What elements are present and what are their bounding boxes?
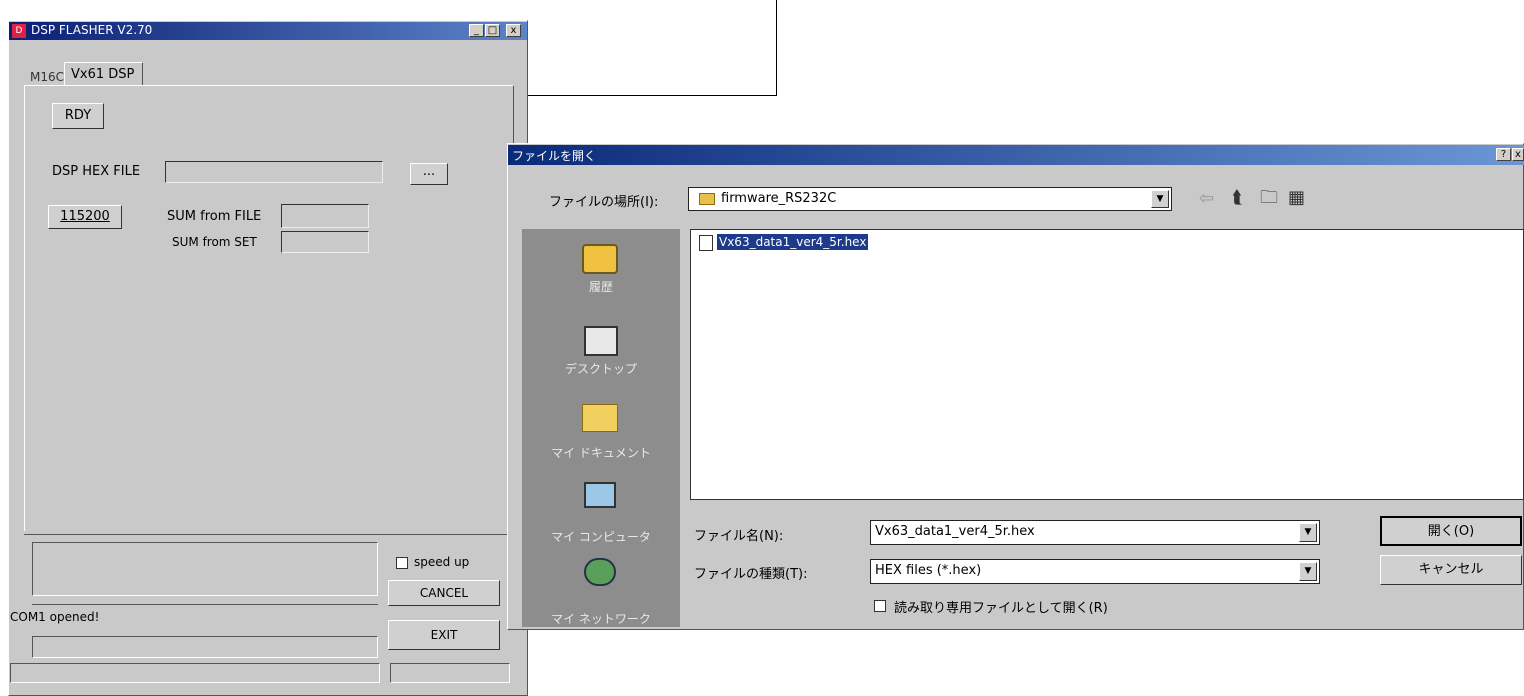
sum-from-set-field (281, 231, 369, 253)
sum-from-file-label: SUM from FILE (167, 209, 262, 224)
place-history-label: 履歴 (588, 280, 613, 294)
my-documents-icon (582, 404, 618, 432)
filetype-chevron-down-icon[interactable]: ▼ (1299, 562, 1317, 581)
status-bar-right (390, 663, 510, 683)
file-name: Vx63_data1_ver4_5r.hex (717, 234, 869, 250)
main-titlebar: D DSP FLASHER V2.70 _ □ x (9, 22, 527, 40)
look-in-dropdown[interactable]: firmware_RS232C ▼ (688, 187, 1172, 211)
main-title: DSP FLASHER V2.70 (31, 23, 153, 37)
tab-m16c[interactable]: M16C (30, 70, 64, 84)
maximize-button[interactable]: □ (485, 24, 500, 37)
progress-bar (32, 636, 378, 658)
file-list[interactable]: Vx63_data1_ver4_5r.hex (690, 229, 1524, 500)
place-my-computer-label: マイ コンピュータ (551, 530, 651, 544)
log-area (32, 542, 378, 596)
bottom-divider (24, 534, 512, 535)
place-history[interactable]: 履歴 (526, 240, 676, 300)
place-my-computer[interactable]: マイ コンピュータ (526, 478, 676, 544)
speed-up-checkbox[interactable] (396, 557, 408, 569)
close-button[interactable]: x (506, 24, 521, 37)
place-my-documents[interactable]: マイ ドキュメント (526, 398, 676, 460)
rdy-button[interactable]: RDY (52, 103, 104, 129)
status-text: COM1 opened! (10, 610, 100, 624)
dsp-hex-file-input[interactable] (165, 161, 383, 183)
dialog-close-button[interactable]: x (1512, 148, 1524, 161)
filename-label: ファイル名(N): (694, 529, 784, 544)
browse-button[interactable]: ... (410, 163, 448, 185)
baud-rate-label: 115200 (60, 209, 110, 224)
sum-from-file-field (281, 204, 369, 228)
filetype-label: ファイルの種類(T): (694, 567, 808, 582)
filetype-value: HEX files (*.hex) (875, 563, 982, 578)
tab-vx61-dsp[interactable]: Vx61 DSP (64, 62, 144, 86)
place-my-documents-label: マイ ドキュメント (551, 446, 651, 460)
tab-panel (24, 85, 514, 531)
exit-button[interactable]: EXIT (388, 620, 500, 650)
filetype-dropdown[interactable]: HEX files (*.hex) ▼ (870, 559, 1320, 584)
my-computer-icon (584, 482, 616, 508)
folder-icon (699, 193, 715, 205)
up-folder-icon[interactable]: ⮬ (1232, 189, 1243, 207)
place-desktop-label: デスクトップ (564, 362, 637, 376)
readonly-checkbox[interactable] (874, 600, 886, 612)
my-network-icon (584, 558, 616, 586)
speed-up-label: speed up (414, 555, 470, 569)
log-separator (32, 604, 378, 605)
filename-chevron-down-icon[interactable]: ▼ (1299, 523, 1317, 542)
place-desktop[interactable]: デスクトップ (526, 322, 676, 382)
place-my-network[interactable]: マイ ネットワーク (526, 556, 676, 626)
filename-input[interactable]: Vx63_data1_ver4_5r.hex ▼ (870, 520, 1320, 545)
dsp-hex-file-label: DSP HEX FILE (52, 164, 141, 179)
place-my-network-label: マイ ネットワーク (551, 612, 651, 626)
cancel-button-main[interactable]: CANCEL (388, 580, 500, 606)
hex-file-icon (699, 235, 713, 251)
readonly-label: 読み取り専用ファイルとして開く(R) (894, 601, 1108, 616)
dialog-titlebar: ファイルを開く ? x (508, 145, 1524, 165)
app-icon: D (12, 24, 26, 38)
callout-line-vertical (776, 0, 777, 95)
status-bar-left (10, 663, 380, 683)
help-button[interactable]: ? (1496, 148, 1511, 161)
filename-value: Vx63_data1_ver4_5r.hex (875, 524, 1035, 539)
back-arrow-icon[interactable]: ⇦ (1199, 190, 1214, 208)
look-in-value: firmware_RS232C (721, 191, 837, 206)
dialog-title: ファイルを開く (512, 149, 597, 163)
sum-from-set-label: SUM from SET (172, 235, 257, 249)
history-icon (582, 244, 618, 274)
look-in-chevron-down-icon[interactable]: ▼ (1151, 190, 1169, 208)
new-folder-icon[interactable]: 🗀 (1260, 189, 1278, 207)
baud-rate-button[interactable]: 115200 (48, 205, 122, 229)
desktop-icon (584, 326, 618, 356)
dialog-cancel-button[interactable]: キャンセル (1380, 555, 1522, 585)
view-menu-icon[interactable]: ▦ (1288, 189, 1305, 207)
minimize-button[interactable]: _ (469, 24, 484, 37)
open-button[interactable]: 開く(O) (1380, 516, 1522, 546)
look-in-label: ファイルの場所(I): (549, 195, 659, 210)
